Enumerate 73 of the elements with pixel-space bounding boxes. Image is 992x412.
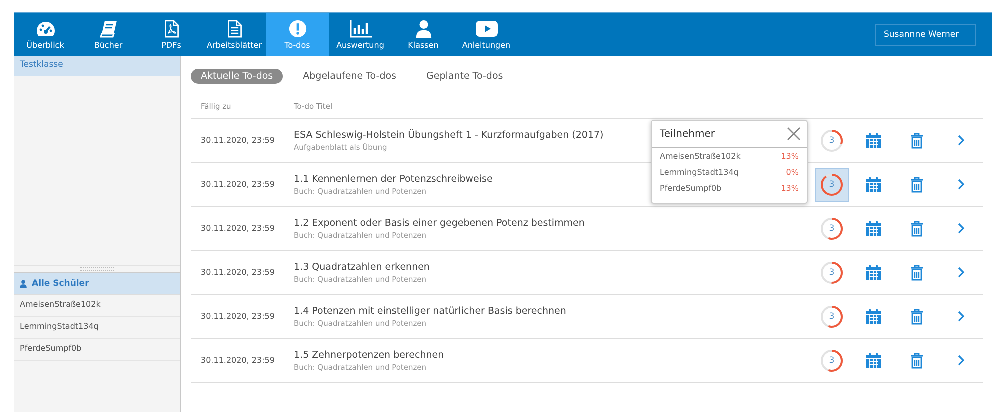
due-date: 30.11.2020, 23:59 — [200, 136, 276, 145]
trash-icon[interactable] — [910, 176, 924, 192]
progress-ring[interactable]: 3 — [815, 300, 849, 334]
person-icon — [20, 280, 27, 288]
progress-ring[interactable]: 3 — [815, 124, 849, 158]
book-icon — [100, 20, 118, 38]
trash-icon[interactable] — [910, 352, 924, 368]
student-item[interactable]: AmeisenStraße102k — [14, 295, 180, 317]
trash-icon[interactable] — [910, 132, 924, 148]
chevron-right-icon[interactable] — [958, 223, 964, 234]
user-button[interactable]: Susannne Werner — [875, 24, 976, 46]
nav-tab[interactable]: To-dos — [266, 13, 329, 56]
popup-title: Teilnehmer — [660, 128, 715, 140]
chevron-right-icon[interactable] — [958, 135, 964, 146]
calendar-icon[interactable] — [864, 352, 882, 369]
chevron-right-icon[interactable] — [958, 355, 964, 366]
todo-title: ESA Schleswig-Holstein Übungsheft 1 - Kurzformaufgaben (2017) — [294, 130, 604, 140]
calendar-icon[interactable] — [864, 264, 882, 281]
document-icon — [226, 20, 242, 38]
todo-title: 1.3 Quadratzahlen erkennen — [294, 262, 430, 272]
due-date: 30.11.2020, 23:59 — [200, 268, 276, 277]
participant-count: 3 — [829, 180, 835, 190]
chevron-right-icon[interactable] — [958, 179, 964, 190]
participant-name: AmeisenStraße102k — [660, 152, 741, 161]
todo-title: 1.2 Exponent oder Basis einer gegebenen Potenz bestimmen — [294, 218, 585, 228]
filter-tab[interactable]: Aktuelle To-dos — [191, 68, 284, 84]
nav-tab[interactable]: Bücher — [77, 13, 140, 56]
calendar-icon[interactable] — [864, 308, 882, 325]
participant-name: PferdeSumpf0b — [660, 184, 722, 193]
todo-title: 1.1 Kennenlernen der Potenzschreibweise — [294, 174, 493, 184]
participant-count: 3 — [829, 224, 835, 234]
filter-tab[interactable]: Geplante To-dos — [416, 68, 514, 84]
participant-count: 3 — [829, 312, 835, 322]
chevron-right-icon[interactable] — [958, 267, 964, 278]
calendar-icon[interactable] — [864, 132, 882, 149]
progress-ring[interactable]: 3 — [815, 256, 849, 290]
progress-ring[interactable]: 3 — [815, 168, 849, 202]
nav-tab[interactable]: PDFs — [140, 13, 203, 56]
todo-title: 1.5 Zehnerpotenzen berechnen — [294, 350, 444, 360]
calendar-icon[interactable] — [864, 176, 882, 193]
participant-count: 3 — [829, 356, 835, 366]
nav-tab[interactable]: Klassen — [392, 13, 455, 56]
gauge-icon — [36, 20, 56, 38]
participant-name: LemmingStadt134q — [660, 168, 739, 177]
filter-tab[interactable]: Abgelaufene To-dos — [293, 68, 406, 84]
trash-icon[interactable] — [910, 308, 924, 324]
progress-ring[interactable]: 3 — [815, 212, 849, 246]
play-video-icon — [476, 20, 498, 38]
nav-tab[interactable]: Arbeitsblätter — [203, 13, 266, 56]
participant-count: 3 — [829, 268, 835, 278]
exclamation-icon — [288, 20, 308, 38]
trash-icon[interactable] — [910, 220, 924, 236]
student-item[interactable]: LemmingStadt134q — [14, 317, 180, 339]
pdf-file-icon — [164, 20, 180, 38]
due-date: 30.11.2020, 23:59 — [200, 312, 276, 321]
progress-ring[interactable]: 3 — [815, 344, 849, 378]
due-date: 30.11.2020, 23:59 — [200, 180, 276, 189]
due-date: 30.11.2020, 23:59 — [200, 356, 276, 365]
nav-tab[interactable]: Anleitungen — [455, 13, 518, 56]
chevron-right-icon[interactable] — [958, 311, 964, 322]
close-icon[interactable] — [787, 127, 801, 141]
calendar-icon[interactable] — [864, 220, 882, 237]
due-date: 30.11.2020, 23:59 — [200, 224, 276, 233]
class-item[interactable]: Testklasse — [14, 56, 180, 76]
todo-title: 1.4 Potenzen mit einstelliger natürlicher Basis berechnen — [294, 306, 566, 316]
student-item[interactable]: PferdeSumpf0b — [14, 339, 180, 361]
nav-tab[interactable]: Überblick — [14, 13, 77, 56]
participant-count: 3 — [829, 136, 835, 146]
person-icon — [416, 20, 432, 38]
trash-icon[interactable] — [910, 264, 924, 280]
all-students-item[interactable]: Alle Schüler — [14, 273, 180, 295]
nav-tab[interactable]: Auswertung — [329, 13, 392, 56]
bar-chart-icon — [350, 20, 372, 38]
